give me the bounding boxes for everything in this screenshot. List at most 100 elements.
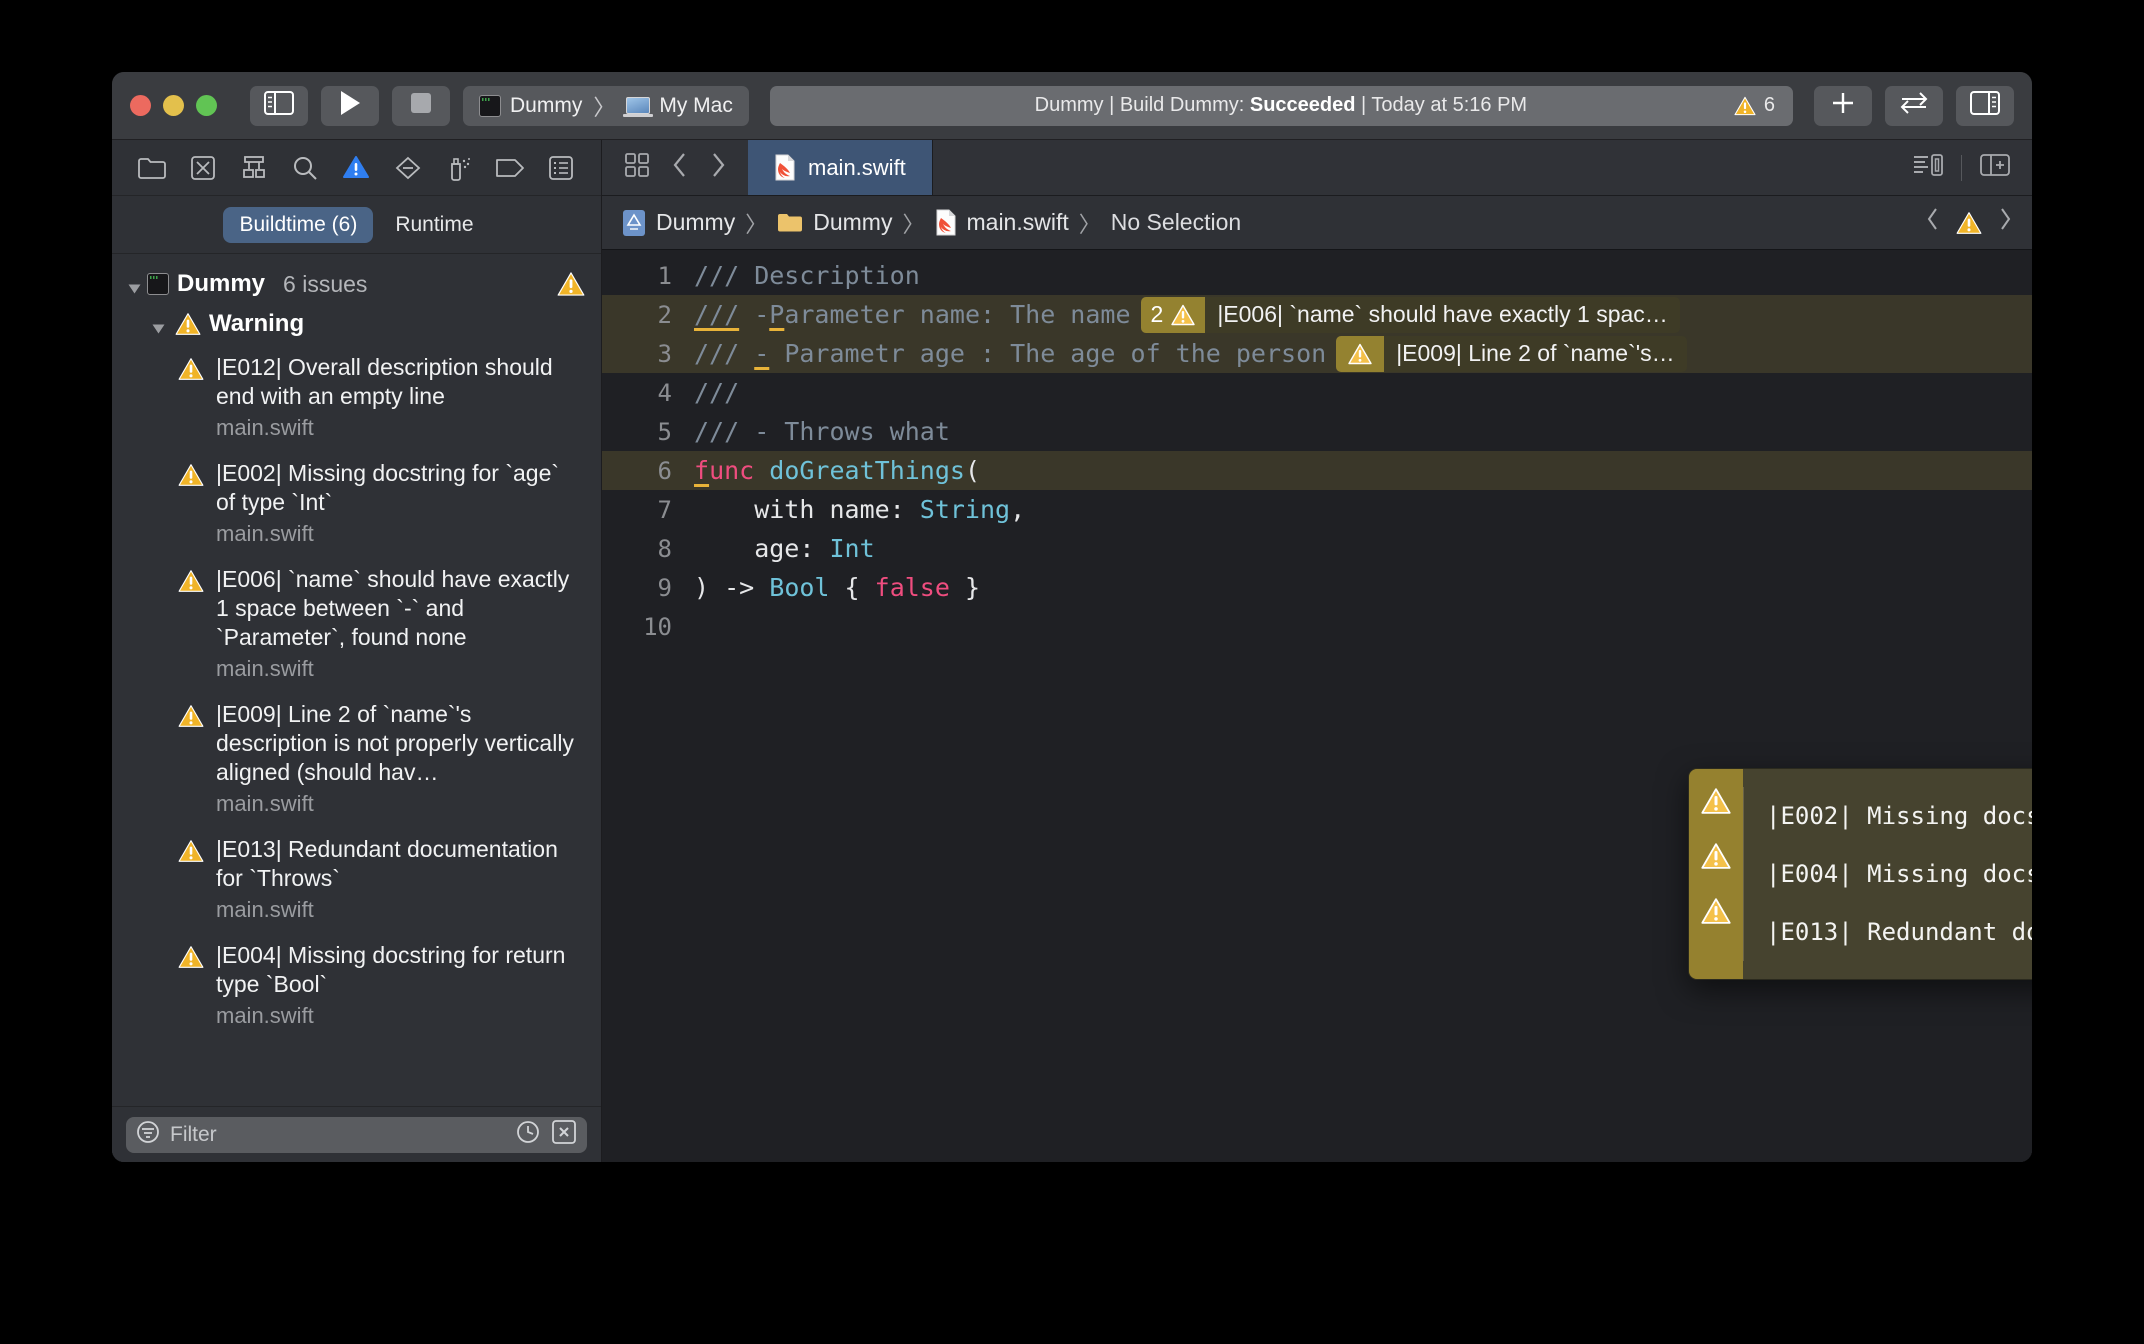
warning-triangle-icon	[1701, 787, 1731, 815]
list-item[interactable]: |E004| Missing docstring for return type…	[112, 932, 601, 1038]
project-name: Dummy	[177, 270, 266, 297]
mac-device-icon	[623, 97, 654, 117]
warning-triangle-icon	[1734, 96, 1756, 116]
issue-group-project[interactable]: Dummy 6 issues	[112, 264, 601, 304]
code-line[interactable]: 5 /// - Throws what	[602, 412, 2032, 451]
issue-file: main.swift	[216, 415, 314, 440]
code-line[interactable]: 2 /// -Parameter name: The name 2 |E006|…	[602, 295, 2032, 334]
filter-icon	[136, 1120, 160, 1150]
folder-icon[interactable]	[137, 153, 167, 183]
tab-main-swift[interactable]: main.swift	[748, 140, 933, 195]
report-list-icon[interactable]	[546, 153, 576, 183]
toggle-navigator-button[interactable]	[250, 85, 308, 126]
add-editor-icon[interactable]	[1980, 153, 2010, 182]
code-line[interactable]: 6 func doGreatThings(	[602, 451, 2032, 490]
issue-list: Dummy 6 issues Warning |E012| Overall de…	[112, 254, 601, 1106]
issue-file: main.swift	[216, 897, 314, 922]
popover-issue-list: |E002| Missing docstring for `age` of ty…	[1743, 769, 2032, 979]
go-back-icon[interactable]	[672, 152, 688, 183]
next-issue-icon[interactable]	[1998, 207, 2012, 238]
line-content: age: Int	[694, 534, 875, 563]
list-item[interactable]: |E002| Missing docstring for `age` of ty…	[1743, 787, 2032, 845]
toolbar-right-group	[1814, 85, 2014, 126]
source-editor[interactable]: 1 /// Description 2 /// -Parameter name:…	[602, 250, 2032, 1162]
issue-group-warning[interactable]: Warning	[112, 304, 601, 344]
breadcrumb-item-project[interactable]: Dummy	[656, 209, 735, 236]
warning-triangle-icon	[178, 463, 204, 487]
navigator-selector-bar	[112, 140, 601, 196]
activity-status-bar[interactable]: Dummy | Build Dummy: Succeeded | Today a…	[769, 85, 1793, 126]
add-button[interactable]	[1814, 85, 1872, 126]
run-button[interactable]	[321, 85, 379, 126]
bookmark-tag-icon[interactable]	[495, 153, 525, 183]
warning-triangle-icon	[1701, 897, 1731, 925]
code-line[interactable]: 9 ) -> Bool { false }	[602, 568, 2032, 607]
code-line[interactable]: 7 with name: String,	[602, 490, 2032, 529]
code-line[interactable]: 8 age: Int	[602, 529, 2032, 568]
status-prefix: Dummy | Build Dummy:	[1034, 94, 1250, 116]
search-icon[interactable]	[290, 153, 320, 183]
clear-filter-icon[interactable]	[551, 1119, 577, 1151]
list-item[interactable]: |E006| `name` should have exactly 1 spac…	[112, 556, 601, 691]
swift-file-icon	[935, 209, 957, 236]
disclosure-triangle-icon[interactable]	[128, 284, 141, 294]
list-item[interactable]: |E002| Missing docstring for `age` of ty…	[112, 450, 601, 556]
sidebar-right-icon	[1970, 91, 2000, 120]
symbol-hierarchy-icon[interactable]	[239, 153, 269, 183]
line-number: 2	[657, 300, 672, 329]
minimap-toggle-icon[interactable]	[1913, 153, 1943, 182]
go-forward-icon[interactable]	[710, 152, 726, 183]
warning-triangle-icon[interactable]	[1956, 211, 1982, 235]
debug-spray-icon[interactable]	[444, 153, 474, 183]
search-input[interactable]: Filter	[126, 1116, 587, 1153]
breadcrumb-separator: 〉	[902, 211, 925, 237]
issue-popover[interactable]: |E002| Missing docstring for `age` of ty…	[1688, 768, 2032, 980]
recent-clock-icon[interactable]	[515, 1119, 541, 1151]
test-diamond-icon[interactable]	[393, 153, 423, 183]
tab-runtime[interactable]: Runtime	[379, 207, 489, 243]
disclosure-triangle-icon[interactable]	[152, 324, 165, 334]
swap-editors-button[interactable]	[1885, 85, 1943, 126]
inline-issue-badge[interactable]: 2 |E006| `name` should have exactly 1 sp…	[1140, 296, 1680, 333]
breadcrumb-item-file[interactable]: main.swift	[967, 209, 1069, 236]
project-app-icon	[479, 94, 501, 117]
list-item[interactable]: |E004| Missing docstring for return type…	[1743, 845, 2032, 903]
list-item[interactable]: |E013| Redundant documentation for `Thro…	[112, 826, 601, 932]
issue-warning-icon[interactable]	[341, 153, 371, 183]
warning-triangle-icon	[178, 839, 204, 863]
toggle-inspector-button[interactable]	[1956, 85, 2014, 126]
status-suffix: | Today at 5:16 PM	[1355, 94, 1528, 116]
code-line[interactable]: 4 ///	[602, 373, 2032, 412]
zoom-button[interactable]	[196, 95, 217, 116]
code-line[interactable]: 3 /// - Parametr age : The age of the pe…	[602, 334, 2032, 373]
stop-button[interactable]	[392, 85, 450, 126]
close-button[interactable]	[130, 95, 151, 116]
issue-stepper	[1926, 207, 2012, 238]
previous-issue-icon[interactable]	[1926, 207, 1940, 238]
status-issue-count[interactable]: 6	[1734, 94, 1775, 117]
related-items-icon[interactable]	[624, 152, 650, 183]
source-control-icon[interactable]	[188, 153, 218, 183]
code-line[interactable]: 10	[602, 607, 2032, 646]
scheme-destination-picker[interactable]: Dummy 〉 My Mac	[463, 85, 749, 126]
breadcrumb-item-folder[interactable]: Dummy	[813, 209, 892, 236]
sidebar-left-icon	[264, 91, 294, 120]
line-content: func doGreatThings(	[694, 456, 981, 485]
minimize-button[interactable]	[163, 95, 184, 116]
list-item[interactable]: |E009| Line 2 of `name`'s description is…	[112, 691, 601, 826]
list-item[interactable]: |E012| Overall description should end wi…	[112, 344, 601, 450]
inline-issue-message: |E009| Line 2 of `name`'s…	[1384, 335, 1687, 372]
inline-issue-count: 2	[1140, 296, 1206, 333]
list-item[interactable]: |E013| Redundant documentation for `Thro…	[1743, 903, 2032, 961]
inline-issue-badge[interactable]: |E009| Line 2 of `name`'s…	[1336, 335, 1687, 372]
line-number: 9	[657, 573, 672, 602]
breadcrumb-item-selection[interactable]: No Selection	[1111, 209, 1241, 236]
code-line[interactable]: 1 /// Description	[602, 256, 2032, 295]
issue-scope-tabs: Buildtime (6) Runtime	[112, 196, 601, 254]
tab-buildtime[interactable]: Buildtime (6)	[223, 206, 374, 243]
inline-issue-count	[1336, 335, 1385, 372]
folder-icon	[777, 212, 803, 233]
navigator-filter-bar: Filter	[112, 1106, 601, 1162]
issue-file: main.swift	[216, 656, 314, 681]
navigator-pane: Buildtime (6) Runtime Dummy 6 issues War…	[112, 140, 602, 1162]
